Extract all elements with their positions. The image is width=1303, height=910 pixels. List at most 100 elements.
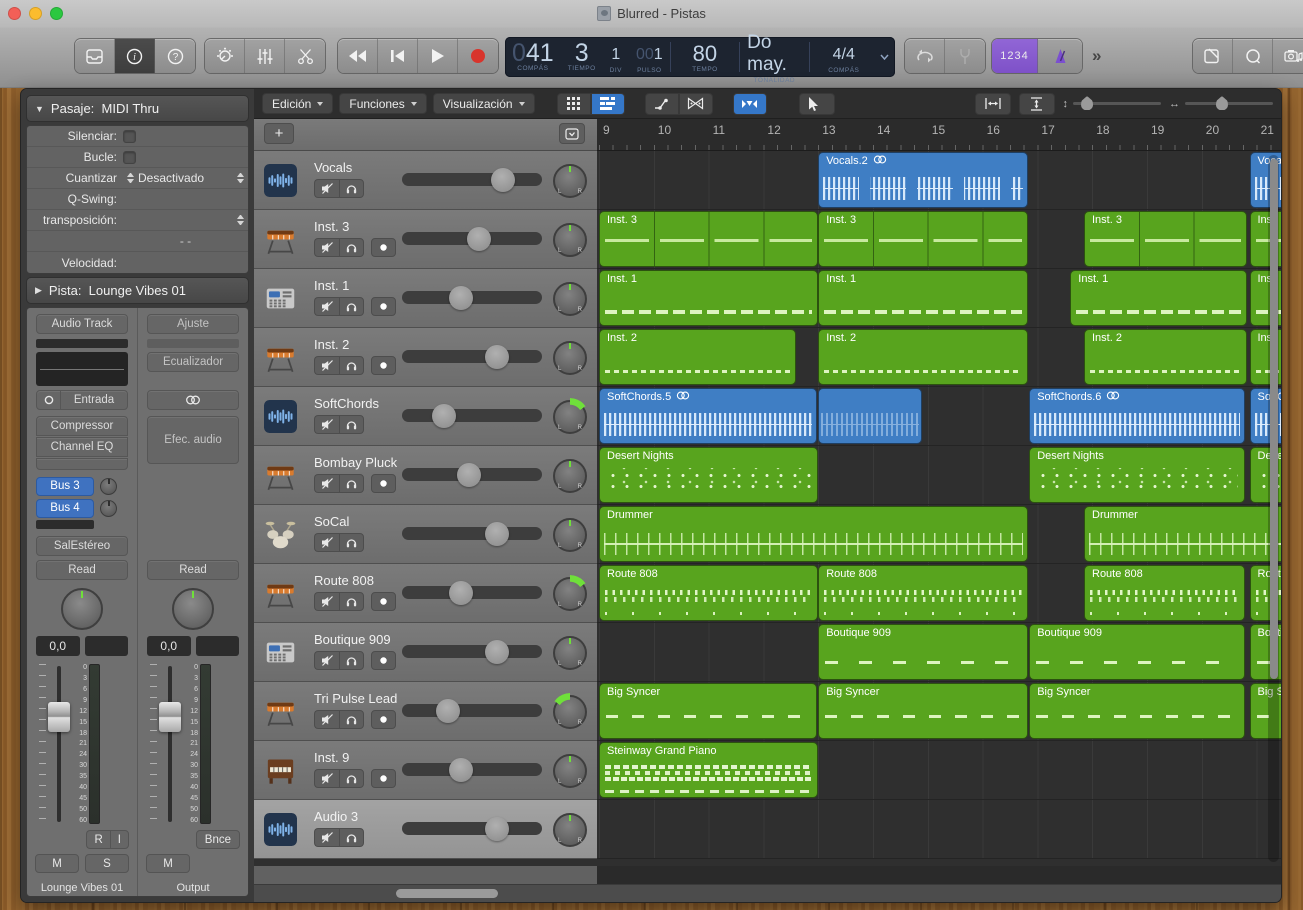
cycle-button[interactable] [905, 39, 945, 73]
input-monitor-icon[interactable] [37, 391, 61, 409]
loop-browser-button[interactable] [1233, 39, 1273, 73]
pan-knob[interactable]: LR [553, 341, 587, 375]
track-icon[interactable] [264, 164, 297, 197]
region[interactable]: Inst. 2 [818, 329, 1028, 385]
mute-button[interactable] [314, 710, 339, 729]
region-inspector-header[interactable]: ▼ Pasaje: MIDI Thru [26, 95, 249, 122]
vertical-scroll-thumb[interactable] [1270, 159, 1278, 679]
record-enable-button[interactable] [371, 592, 396, 611]
peak-value[interactable] [196, 636, 240, 656]
track-name[interactable]: Inst. 9 [314, 750, 349, 765]
lcd-tempo[interactable]: 80TEMPO [671, 37, 739, 77]
mute-button[interactable] [314, 179, 339, 198]
track-header-config-button[interactable] [559, 123, 585, 144]
track-lane[interactable]: Inst. 2Inst. 2Inst. 2Inst. 2 [597, 328, 1281, 387]
gain-thumbnail[interactable] [36, 339, 128, 348]
automation-mode-button[interactable]: Read [147, 560, 239, 580]
strip-name[interactable]: Output [138, 882, 248, 894]
plugin-slot[interactable]: Channel EQ [36, 437, 128, 457]
popup-value[interactable]: Desactivado [138, 171, 233, 185]
pan-knob[interactable]: LR [553, 459, 587, 493]
send-knob[interactable] [100, 478, 117, 495]
record-enable-button[interactable]: R [86, 830, 109, 849]
region[interactable]: Route 808 [818, 565, 1028, 621]
lcd-field[interactable]: 1 DIV [603, 37, 629, 77]
pan-knob[interactable]: LR [553, 695, 587, 729]
track-icon[interactable] [264, 459, 297, 492]
snap-catch-button[interactable] [733, 93, 767, 115]
plugin-slot[interactable]: Compressor [36, 416, 128, 436]
mute-button[interactable]: M [146, 854, 190, 873]
track-name[interactable]: Vocals [314, 160, 352, 175]
volume-fader[interactable] [46, 664, 72, 824]
send-slot-empty[interactable] [36, 520, 94, 529]
vertical-scrollbar[interactable] [1268, 155, 1279, 862]
track-header[interactable]: Audio 3 LR [254, 800, 597, 859]
region[interactable]: SoftChords.6 [1029, 388, 1244, 444]
region[interactable]: Inst. 2 [599, 329, 796, 385]
track-lane[interactable]: Inst. 1Inst. 1Inst. 1Inst. 1 [597, 269, 1281, 328]
pan-knob[interactable]: LR [553, 813, 587, 847]
input-monitoring-button[interactable]: I [110, 830, 129, 849]
disclosure-triangle-icon[interactable]: ▼ [35, 104, 44, 114]
solo-button[interactable] [339, 356, 364, 375]
record-enable-button[interactable] [371, 238, 396, 257]
horizontal-scroll-thumb[interactable] [396, 889, 498, 898]
flex-button[interactable] [679, 93, 713, 115]
go-to-beginning-button[interactable] [378, 39, 418, 73]
region[interactable]: Desert Nights [599, 447, 818, 503]
lcd-field[interactable]: 3 TIEMPO [561, 37, 603, 77]
track-lane[interactable]: Desert NightsDesert NightsDesert Nights [597, 446, 1281, 505]
region[interactable]: Steinway Grand Piano [599, 742, 818, 798]
track-icon[interactable] [264, 518, 297, 551]
disclosure-triangle-icon[interactable]: ▶ [35, 285, 42, 296]
track-lane[interactable] [597, 800, 1281, 859]
inspector-row[interactable]: Bucle: [27, 147, 248, 168]
track-header[interactable]: SoftChords LR [254, 387, 597, 446]
mute-button[interactable] [314, 474, 339, 493]
track-header[interactable]: Tri Pulse Lead LR [254, 682, 597, 741]
region[interactable]: Big Syncer [1029, 683, 1244, 739]
track-name[interactable]: Route 808 [314, 573, 374, 588]
strip-name[interactable]: Lounge Vibes 01 [27, 882, 137, 894]
count-in-button[interactable]: 1234 [992, 39, 1038, 73]
region[interactable]: Boutique 909 [1029, 624, 1244, 680]
stepper-icon[interactable] [127, 173, 134, 183]
pan-knob[interactable]: LR [553, 164, 587, 198]
vertical-zoom-slider[interactable]: ↕ [1063, 98, 1162, 110]
track-icon[interactable] [264, 341, 297, 374]
record-enable-button[interactable] [371, 356, 396, 375]
volume-slider[interactable] [402, 704, 542, 717]
lcd-display[interactable]: 041 COMPÁS 3 TIEMPO 1 DIV 001 PULSO 80TE… [505, 37, 895, 77]
rewind-button[interactable] [338, 39, 378, 73]
strip-setting-button[interactable]: Ajuste [147, 314, 239, 334]
fader-cap[interactable] [48, 702, 70, 732]
mute-button[interactable] [314, 533, 339, 552]
strip-setting-button[interactable]: Audio Track [36, 314, 128, 334]
solo-button[interactable] [339, 592, 364, 611]
inspector-row[interactable]: transposición: [27, 210, 248, 231]
more-tools-icon[interactable]: » [1092, 46, 1102, 66]
pan-knob[interactable] [172, 588, 214, 630]
track-icon[interactable] [264, 636, 297, 669]
checkbox[interactable] [123, 130, 136, 143]
mute-button[interactable] [314, 415, 339, 434]
metronome-button[interactable] [1038, 39, 1082, 73]
volume-slider[interactable] [402, 468, 542, 481]
mute-button[interactable] [314, 238, 339, 257]
volume-slider[interactable] [402, 763, 542, 776]
solo-button[interactable] [339, 533, 364, 552]
region[interactable]: Boutique 909 [818, 624, 1028, 680]
fit-horizontal-button[interactable] [975, 93, 1011, 115]
region[interactable]: Inst. 3 [599, 211, 818, 267]
lcd-field[interactable]: 001 PULSO [629, 37, 670, 77]
solo-button[interactable] [339, 769, 364, 788]
peak-value[interactable] [85, 636, 129, 656]
track-header[interactable]: Route 808 LR [254, 564, 597, 623]
send-knob[interactable] [100, 500, 117, 517]
gain-thumbnail[interactable] [147, 339, 239, 348]
track-lane[interactable]: Boutique 909Boutique 909Boutique 909 [597, 623, 1281, 682]
region[interactable]: Inst. 1 [1070, 270, 1247, 326]
region[interactable]: Big Syncer [818, 683, 1028, 739]
region[interactable]: Drummer [599, 506, 1028, 562]
